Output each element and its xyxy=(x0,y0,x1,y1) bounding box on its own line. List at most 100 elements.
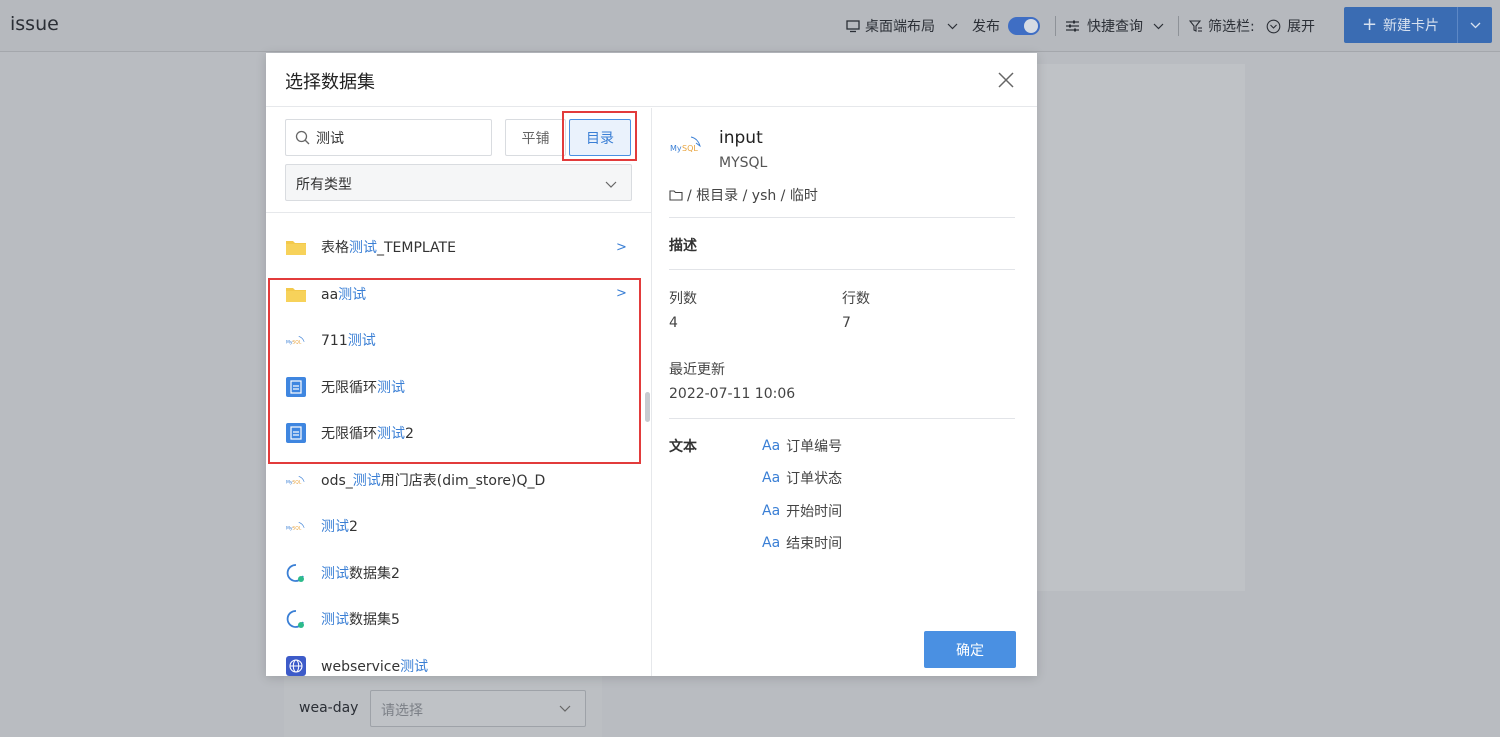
publish-toggle[interactable] xyxy=(1008,17,1040,35)
type-select[interactable]: 所有类型 xyxy=(285,164,632,201)
dataset-row[interactable]: 测试数据集2 xyxy=(266,550,642,596)
folder-outline-icon xyxy=(669,190,683,201)
search-icon xyxy=(295,130,310,145)
search-match: 测试 xyxy=(349,240,377,256)
publish-control[interactable]: 发布 xyxy=(972,0,1040,52)
chevron-down-icon xyxy=(559,701,571,717)
field-item: Aa 开始时间 xyxy=(762,501,842,521)
field-name: 结束时间 xyxy=(786,536,843,552)
divider xyxy=(669,418,1015,419)
search-match: 测试 xyxy=(352,472,381,489)
flat-view-button[interactable]: 平铺 xyxy=(505,119,566,156)
mysql-icon: My SQL xyxy=(670,136,701,153)
scrollbar[interactable] xyxy=(645,392,650,422)
select-dataset-dialog: 选择数据集 测试 平铺 目录 所有类型 表格测试_TEMPLATE > aa测试 > M… xyxy=(266,53,1037,676)
dataset-row[interactable]: webservice测试 xyxy=(266,643,642,677)
field-item: Aa 订单状态 xyxy=(762,468,842,488)
svg-text:My: My xyxy=(670,144,682,153)
text-type-icon: Aa xyxy=(762,438,781,454)
chevron-down-icon xyxy=(1470,22,1480,28)
expand-circle-icon xyxy=(1266,19,1281,33)
rows-value: 7 xyxy=(842,315,851,331)
dataset-row[interactable]: 测试数据集5 xyxy=(266,596,642,642)
columns-label: 列数 xyxy=(669,291,697,307)
page-title: issue xyxy=(10,13,59,35)
mysql-icon: My SQL xyxy=(286,470,306,490)
field-name: 开始时间 xyxy=(786,504,843,520)
filter-label: 筛选栏: xyxy=(1208,19,1255,35)
divider xyxy=(266,212,652,213)
chevron-down-icon xyxy=(605,177,617,193)
field-name: 订单状态 xyxy=(786,471,843,487)
rows-label: 行数 xyxy=(842,291,870,307)
new-card-main[interactable]: + 新建卡片 xyxy=(1344,7,1457,43)
filter-bar-label: 筛选栏: xyxy=(1189,0,1255,52)
item-label: 测试2 xyxy=(321,516,358,536)
folder-icon xyxy=(286,237,306,257)
divider xyxy=(1055,16,1056,36)
label-prefix: ods_ xyxy=(321,472,353,489)
columns-value: 4 xyxy=(669,315,678,331)
background-card xyxy=(1037,64,1245,591)
field-item: Aa 结束时间 xyxy=(762,533,842,553)
confirm-button[interactable]: 确定 xyxy=(924,631,1016,668)
item-label: 表格测试_TEMPLATE xyxy=(321,237,456,257)
search-match: 测试 xyxy=(321,519,349,535)
field-item: Aa 订单编号 xyxy=(762,436,842,456)
svg-text:SQL: SQL xyxy=(292,526,301,532)
dataset-path: / 根目录 / ysh / 临时 xyxy=(687,188,818,204)
filter-icon xyxy=(1189,20,1202,32)
updated-label: 最近更新 xyxy=(669,362,725,378)
webservice-icon xyxy=(286,655,306,676)
mysql-icon: My SQL xyxy=(286,516,306,536)
desktop-icon xyxy=(846,20,860,33)
label-prefix: webservice xyxy=(321,658,401,675)
chevron-down-icon xyxy=(1153,23,1164,29)
item-label: ods_测试用门店表(dim_store)Q_D xyxy=(321,470,545,490)
chevron-down-icon xyxy=(947,23,958,29)
quick-query-label: 快捷查询 xyxy=(1087,19,1143,35)
quick-query-button[interactable]: 快捷查询 xyxy=(1065,0,1164,52)
search-input[interactable]: 测试 xyxy=(285,119,492,156)
label-suffix: 数据集2 xyxy=(349,565,400,582)
new-card-dropdown[interactable] xyxy=(1457,7,1492,43)
field-name: 订单编号 xyxy=(786,439,843,455)
self-service-dataset-icon xyxy=(286,609,306,629)
divider xyxy=(1178,16,1179,36)
plus-icon: + xyxy=(1361,14,1378,35)
new-card-button[interactable]: + 新建卡片 xyxy=(1344,7,1492,43)
breadcrumb: / 根目录 / ysh / 临时 xyxy=(669,185,818,205)
text-type-icon: Aa xyxy=(762,535,781,551)
text-type-icon: Aa xyxy=(762,470,781,486)
label-suffix: 2 xyxy=(349,519,358,535)
layout-switch[interactable]: 桌面端布局 xyxy=(846,0,958,52)
divider xyxy=(669,269,1015,270)
new-card-label: 新建卡片 xyxy=(1383,18,1440,34)
dataset-row[interactable]: My SQL 测试2 xyxy=(266,503,642,549)
chevron-right-icon[interactable]: > xyxy=(616,240,627,255)
label-suffix: _TEMPLATE xyxy=(377,240,456,256)
sliders-icon xyxy=(1066,20,1079,32)
close-icon[interactable] xyxy=(997,71,1015,89)
search-match: 测试 xyxy=(321,612,349,628)
svg-text:SQL: SQL xyxy=(682,144,698,153)
search-value: 测试 xyxy=(316,130,344,147)
divider xyxy=(669,217,1015,218)
self-service-dataset-icon xyxy=(286,563,306,583)
label-suffix: 数据集5 xyxy=(349,612,400,628)
text-type-icon: Aa xyxy=(762,503,781,519)
dataset-name: input xyxy=(719,128,763,148)
label-suffix: 用门店表(dim_store)Q_D xyxy=(380,472,546,489)
dialog-header: 选择数据集 xyxy=(266,53,1037,107)
expand-label: 展开 xyxy=(1287,19,1315,35)
select-placeholder: 请选择 xyxy=(381,703,423,719)
top-bar: issue 桌面端布局 发布 快捷查询 筛选栏: 展开 + 新建卡片 xyxy=(0,0,1500,52)
expand-button[interactable]: 展开 xyxy=(1266,0,1315,52)
highlight-box xyxy=(268,278,641,464)
folder-row[interactable]: 表格测试_TEMPLATE > xyxy=(266,224,642,270)
filter-field-select[interactable]: 请选择 xyxy=(370,690,586,727)
description-heading: 描述 xyxy=(669,238,697,254)
publish-label: 发布 xyxy=(972,19,1000,35)
item-label: 测试数据集5 xyxy=(321,609,400,629)
type-select-value: 所有类型 xyxy=(296,177,352,193)
